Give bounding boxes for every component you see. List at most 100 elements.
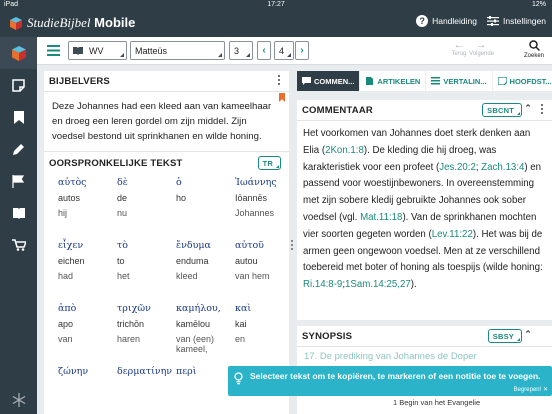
search-button[interactable]: Zoeken <box>521 40 547 59</box>
interlinear-word[interactable]: ζώνην <box>58 366 117 414</box>
rail-highlights[interactable] <box>0 133 37 165</box>
interlinear-word[interactable]: περὶ <box>176 366 235 414</box>
hint-dismiss-button[interactable]: Begrepen! ✕ <box>514 386 548 393</box>
rail-flags[interactable] <box>0 165 37 197</box>
dropdown-corner-icon <box>517 338 520 341</box>
interlinear-word[interactable]: ἀπὸ apo van <box>58 303 117 366</box>
note-icon <box>497 77 507 85</box>
rail-bottom[interactable] <box>0 392 37 408</box>
synopsis-link[interactable]: 17. De prediking van Johannes de Doper <box>304 351 477 362</box>
history-forward-button[interactable]: → Volgende <box>469 40 494 58</box>
dropdown-corner-icon <box>276 165 279 168</box>
interlinear-word[interactable]: καὶ kai en <box>235 303 289 366</box>
commentary-source-label: SBCNT <box>487 105 514 115</box>
dutch-gloss <box>58 397 117 412</box>
bible-verse-title: BIJBELVERS <box>49 75 110 87</box>
pencil-icon <box>13 143 24 155</box>
greek-word: καμήλου, <box>176 303 221 314</box>
tab-chapter-notes[interactable]: HOOFDST... <box>493 71 552 91</box>
more-options-icon[interactable] <box>541 104 544 116</box>
original-text-source-button[interactable]: TR <box>257 156 281 170</box>
interlinear-word[interactable]: Ἰωάννης Iōannēs Johannes <box>235 177 289 240</box>
more-options-icon[interactable] <box>278 75 281 87</box>
arrow-left-icon: ← <box>453 39 465 51</box>
interlinear-word[interactable]: δὲ de nu <box>117 177 176 240</box>
commentary-source-button[interactable]: SBCNT <box>482 103 522 117</box>
rail-bookmarks[interactable] <box>0 101 37 133</box>
scripture-reference-link[interactable]: 2Kon.1:8 <box>325 145 364 156</box>
top-links: ? Handleiding Instellingen <box>416 15 546 27</box>
manual-link[interactable]: ? Handleiding <box>416 15 477 27</box>
book-select[interactable]: Matteüs <box>130 41 225 60</box>
interlinear-word[interactable]: τὸ to het <box>117 240 176 303</box>
transliteration <box>117 382 176 397</box>
synopsis-source-button[interactable]: SBSY <box>487 329 522 343</box>
tab-articles-label: ARTIKELEN <box>377 76 421 86</box>
greek-word: καὶ <box>235 303 252 314</box>
panel-resize-handle[interactable] <box>291 240 294 252</box>
scripture-reference-link[interactable]: Jes.20:2 <box>439 162 476 173</box>
scripture-reference-link[interactable]: Ri.14:8-9 <box>303 279 342 290</box>
commentary-text[interactable]: Het voorkomen van Johannes doet sterk de… <box>297 121 552 294</box>
dropdown-corner-icon <box>517 112 520 115</box>
collapse-icon[interactable]: ⌃ <box>524 103 532 114</box>
verse-select[interactable]: 4 <box>274 41 294 60</box>
status-battery: 12% <box>531 1 546 8</box>
tab-articles[interactable]: ARTIKELEN <box>360 71 427 91</box>
greek-word: εἶχεν <box>58 240 84 251</box>
dutch-gloss: kleed <box>176 271 198 281</box>
dropdown-corner-icon <box>218 53 222 57</box>
rail-shop[interactable] <box>0 229 37 261</box>
scripture-reference-link[interactable]: Mat.11:18 <box>360 212 402 223</box>
divider <box>297 346 552 347</box>
greek-word: ὁ <box>176 177 182 188</box>
tab-commentary-label: COMMEN... <box>314 76 355 86</box>
transliteration: trichōn <box>117 319 145 329</box>
tab-translations[interactable]: VERTALIN... <box>426 71 493 91</box>
interlinear-word[interactable]: δερματίνην <box>117 366 176 414</box>
settings-link[interactable]: Instellingen <box>486 16 546 26</box>
interlinear-word[interactable]: τριχῶν trichōn haren <box>117 303 176 366</box>
scripture-reference-link[interactable]: Zach.13:4 <box>481 162 524 173</box>
cart-icon <box>11 239 26 251</box>
chapter-value: 3 <box>234 45 240 56</box>
status-time: 17:27 <box>267 1 285 8</box>
greek-word: δὲ <box>117 177 128 188</box>
transliteration: apo <box>58 319 74 329</box>
interlinear-word[interactable]: εἶχεν eichen had <box>58 240 117 303</box>
tab-commentary[interactable]: COMMEN... <box>297 71 361 91</box>
chapter-select[interactable]: 3 <box>229 41 253 60</box>
rail-home[interactable] <box>0 37 37 69</box>
greek-word: Ἰωάννης <box>235 177 277 188</box>
manual-label: Handleiding <box>432 16 477 26</box>
prev-verse-button[interactable]: ‹ <box>257 41 271 60</box>
close-icon: ✕ <box>542 387 548 393</box>
interlinear-word[interactable]: αὐτοῦ autou van hem <box>235 240 289 303</box>
history-back-button[interactable]: ← Terug <box>447 39 471 58</box>
collapse-icon[interactable]: ⌃ <box>524 329 532 340</box>
logo-cube-icon <box>10 16 22 30</box>
rail-notes[interactable] <box>0 69 37 101</box>
document-icon <box>366 77 374 85</box>
dutch-gloss: en <box>235 334 246 344</box>
search-label: Zoeken <box>523 53 544 59</box>
settings-label: Instellingen <box>502 16 546 26</box>
comment-icon <box>302 77 311 85</box>
greek-word: περὶ <box>176 366 197 377</box>
interlinear-word[interactable]: καμήλου, kamēlou van (een) kameel, <box>176 303 235 366</box>
scripture-reference-link[interactable]: Lev.11:22 <box>432 229 473 240</box>
rail-library[interactable] <box>0 197 37 229</box>
interlinear-word[interactable]: ἔνδυμα enduma kleed <box>176 240 235 303</box>
menu-icon[interactable] <box>47 45 60 56</box>
greek-word: ἀπὸ <box>58 303 77 314</box>
interlinear-word[interactable]: ὁ ho <box>176 177 235 240</box>
commentary-header: COMMENTAAR SBCNT ⌃ <box>297 100 552 120</box>
translation-select[interactable]: WV <box>68 41 127 60</box>
scripture-reference-link[interactable]: 1Sam.14:25,27 <box>345 279 411 290</box>
hint-toast: Selecteer tekst om te kopiëren, te marke… <box>228 366 552 396</box>
verse-text[interactable]: Deze Johannes had een kleed aan van kame… <box>44 92 289 144</box>
resource-tabs: COMMEN... ARTIKELEN VERTALIN... HOOFDST.… <box>297 71 552 91</box>
interlinear-word[interactable]: αὐτὸς autos hij <box>58 177 117 240</box>
transliteration: autos <box>58 193 81 203</box>
next-verse-button[interactable]: › <box>295 41 309 60</box>
